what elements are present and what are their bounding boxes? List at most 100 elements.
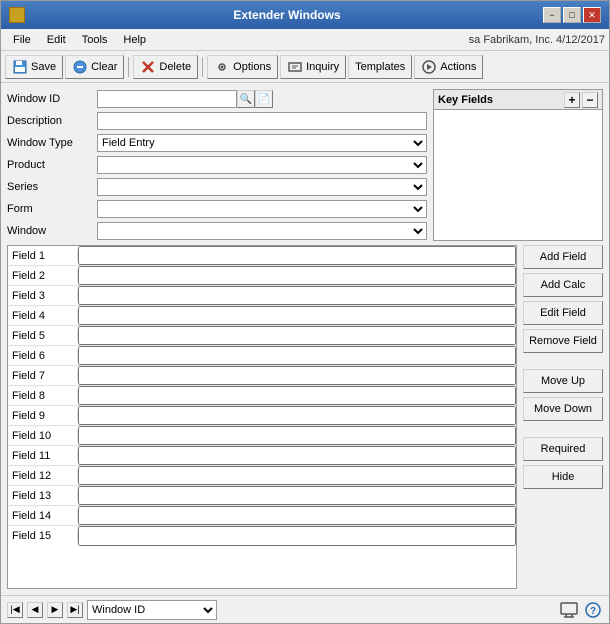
nav-last-button[interactable]: ▶| <box>67 602 83 618</box>
close-button[interactable]: ✕ <box>583 7 601 23</box>
move-up-button[interactable]: Move Up <box>523 369 603 393</box>
field-row-4: Field 4 <box>8 306 516 326</box>
menu-help[interactable]: Help <box>115 32 154 48</box>
field-5-input[interactable] <box>78 326 516 345</box>
form-select[interactable] <box>97 200 427 218</box>
field-12-label: Field 12 <box>8 470 78 482</box>
templates-button[interactable]: Templates <box>348 55 412 79</box>
maximize-button[interactable]: □ <box>563 7 581 23</box>
btn-spacer-1 <box>523 357 603 365</box>
status-icons: ? <box>559 600 603 620</box>
field-7-label: Field 7 <box>8 370 78 382</box>
delete-icon <box>140 59 156 75</box>
key-fields-remove-button[interactable]: − <box>582 92 598 108</box>
help-icon[interactable]: ? <box>583 600 603 620</box>
field-14-label: Field 14 <box>8 510 78 522</box>
field-8-input[interactable] <box>78 386 516 405</box>
field-row-13: Field 13 <box>8 486 516 506</box>
fields-buttons: Add Field Add Calc Edit Field Remove Fie… <box>523 245 603 589</box>
options-icon <box>214 59 230 75</box>
window-id-input[interactable] <box>97 90 237 108</box>
window-type-row: Window Type Field Entry List View Detail… <box>7 133 427 153</box>
series-select[interactable] <box>97 178 427 196</box>
field-row-9: Field 9 <box>8 406 516 426</box>
key-fields-panel: Key Fields + − <box>433 89 603 241</box>
options-button[interactable]: Options <box>207 55 278 79</box>
field-7-input[interactable] <box>78 366 516 385</box>
field-9-input[interactable] <box>78 406 516 425</box>
field-9-label: Field 9 <box>8 410 78 422</box>
minimize-button[interactable]: − <box>543 7 561 23</box>
status-bar: |◀ ◀ ▶ ▶| Window ID ? <box>1 595 609 623</box>
field-11-input[interactable] <box>78 446 516 465</box>
field-2-input[interactable] <box>78 266 516 285</box>
field-row-15: Field 15 <box>8 526 516 546</box>
remove-field-button[interactable]: Remove Field <box>523 329 603 353</box>
field-3-input[interactable] <box>78 286 516 305</box>
window-title: Extender Windows <box>31 8 543 22</box>
field-1-label: Field 1 <box>8 250 78 262</box>
edit-field-button[interactable]: Edit Field <box>523 301 603 325</box>
nav-prev-button[interactable]: ◀ <box>27 602 43 618</box>
field-8-label: Field 8 <box>8 390 78 402</box>
main-window: Extender Windows − □ ✕ File Edit Tools H… <box>0 0 610 624</box>
hide-button[interactable]: Hide <box>523 465 603 489</box>
series-label: Series <box>7 181 97 193</box>
field-row-1: Field 1 <box>8 246 516 266</box>
field-10-input[interactable] <box>78 426 516 445</box>
delete-button[interactable]: Delete <box>133 55 198 79</box>
window-id-search-button[interactable]: 🔍 <box>237 90 255 108</box>
field-4-label: Field 4 <box>8 310 78 322</box>
window-id-row: Window ID 🔍 📄 <box>7 89 427 109</box>
field-15-input[interactable] <box>78 526 516 546</box>
field-4-input[interactable] <box>78 306 516 325</box>
monitor-icon[interactable] <box>559 600 579 620</box>
window-select[interactable] <box>97 222 427 240</box>
field-row-10: Field 10 <box>8 426 516 446</box>
description-row: Description <box>7 111 427 131</box>
add-field-button[interactable]: Add Field <box>523 245 603 269</box>
inquiry-button[interactable]: Inquiry <box>280 55 346 79</box>
menu-tools[interactable]: Tools <box>74 32 116 48</box>
field-15-label: Field 15 <box>8 530 78 542</box>
btn-spacer-2 <box>523 425 603 433</box>
actions-button[interactable]: Actions <box>414 55 483 79</box>
window-row: Window <box>7 221 427 241</box>
field-14-input[interactable] <box>78 506 516 525</box>
clear-button[interactable]: Clear <box>65 55 124 79</box>
form-row: Form <box>7 199 427 219</box>
product-select[interactable] <box>97 156 427 174</box>
field-row-5: Field 5 <box>8 326 516 346</box>
menu-file[interactable]: File <box>5 32 39 48</box>
field-13-input[interactable] <box>78 486 516 505</box>
nav-first-button[interactable]: |◀ <box>7 602 23 618</box>
required-button[interactable]: Required <box>523 437 603 461</box>
add-calc-button[interactable]: Add Calc <box>523 273 603 297</box>
title-controls: − □ ✕ <box>543 7 601 23</box>
nav-next-button[interactable]: ▶ <box>47 602 63 618</box>
toolbar: Save Clear Delete <box>1 51 609 83</box>
field-1-input[interactable] <box>78 246 516 265</box>
form-fields: Window ID 🔍 📄 Description Window Type <box>7 89 427 241</box>
field-6-input[interactable] <box>78 346 516 365</box>
save-button[interactable]: Save <box>5 55 63 79</box>
description-input[interactable] <box>97 112 427 130</box>
menu-edit[interactable]: Edit <box>39 32 74 48</box>
field-3-label: Field 3 <box>8 290 78 302</box>
series-row: Series <box>7 177 427 197</box>
product-label: Product <box>7 159 97 171</box>
window-type-label: Window Type <box>7 137 97 149</box>
product-row: Product <box>7 155 427 175</box>
nav-field-select[interactable]: Window ID <box>87 600 217 620</box>
window-id-browse-button[interactable]: 📄 <box>255 90 273 108</box>
move-down-button[interactable]: Move Down <box>523 397 603 421</box>
window-type-select[interactable]: Field Entry List View Detail View <box>97 134 427 152</box>
user-info: sa Fabrikam, Inc. 4/12/2017 <box>469 34 605 46</box>
field-12-input[interactable] <box>78 466 516 485</box>
window-label: Window <box>7 225 97 237</box>
field-row-3: Field 3 <box>8 286 516 306</box>
field-row-8: Field 8 <box>8 386 516 406</box>
fields-list: Field 1 Field 2 Field 3 Field 4 Field 5 <box>7 245 517 589</box>
key-fields-add-button[interactable]: + <box>564 92 580 108</box>
inquiry-icon <box>287 59 303 75</box>
